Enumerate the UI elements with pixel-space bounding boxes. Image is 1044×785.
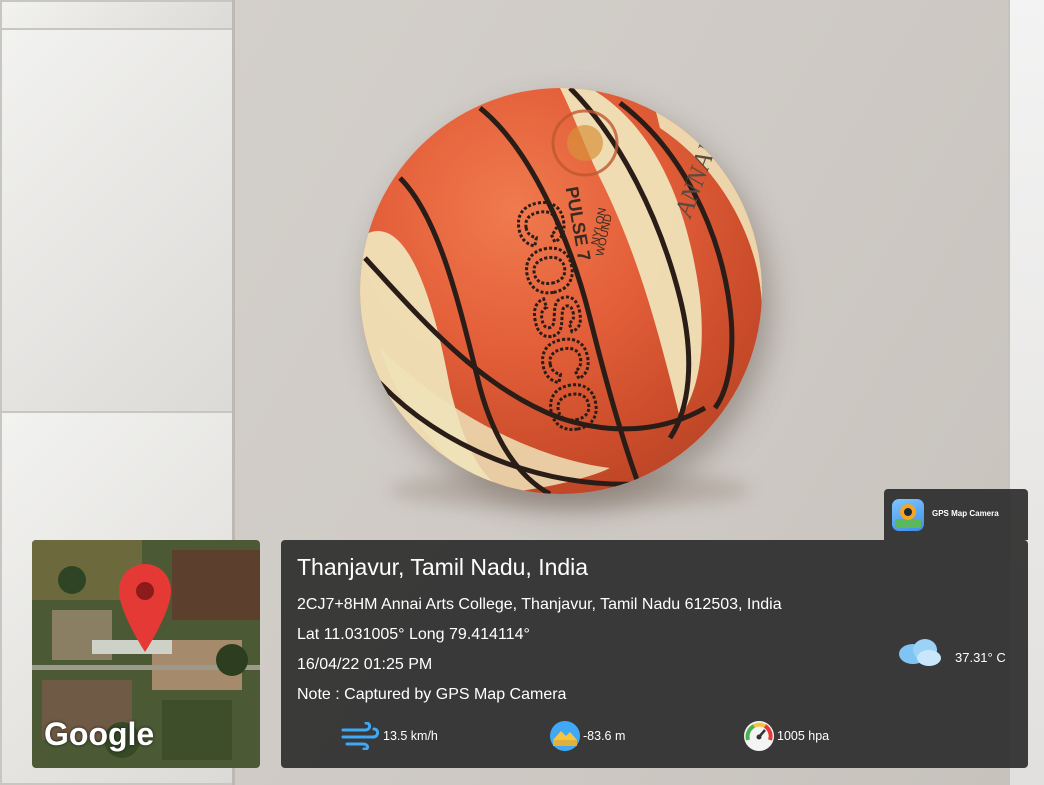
map-pin-icon [119, 564, 171, 652]
location-title: Thanjavur, Tamil Nadu, India [297, 554, 589, 580]
map-thumbnail[interactable]: Google [32, 540, 260, 768]
note-text: Note : Captured by GPS Map Camera [297, 686, 567, 703]
altitude-icon [550, 721, 580, 751]
wind-metric: 13.5 km/h [341, 720, 438, 752]
altitude-value: -83.6 m [583, 729, 626, 743]
wind-value: 13.5 km/h [383, 729, 438, 743]
pressure-value: 1005 hpa [777, 729, 830, 743]
coordinates-text: Lat 11.031005° Long 79.414114° [297, 626, 530, 643]
basketball-panels: COSCO PULSE 7 NYLON WOUND ANNAI [360, 88, 762, 494]
app-label: GPS Map Camera [932, 509, 999, 518]
floor-tile [0, 0, 240, 30]
photo-scene: COSCO PULSE 7 NYLON WOUND ANNAI Google G… [0, 0, 1044, 785]
wind-icon [341, 722, 380, 750]
app-branding: GPS Map Camera [884, 489, 1028, 540]
temperature-text: 37.31° C [955, 650, 1006, 665]
gps-camera-app-icon [892, 499, 924, 531]
address-text: 2CJ7+8HM Annai Arts College, Thanjavur, … [297, 596, 782, 613]
pressure-gauge-icon [744, 721, 774, 751]
google-logo: Google [44, 716, 155, 752]
datetime-text: 16/04/22 01:25 PM [297, 656, 433, 673]
pressure-metric: 1005 hpa [743, 720, 829, 752]
location-info-panel: Thanjavur, Tamil Nadu, India 2CJ7+8HM An… [281, 540, 1028, 768]
basketball: COSCO PULSE 7 NYLON WOUND ANNAI [360, 88, 762, 494]
floor-tile [0, 28, 240, 413]
cloud-icon [899, 639, 941, 666]
altitude-metric: -83.6 m [549, 720, 625, 752]
